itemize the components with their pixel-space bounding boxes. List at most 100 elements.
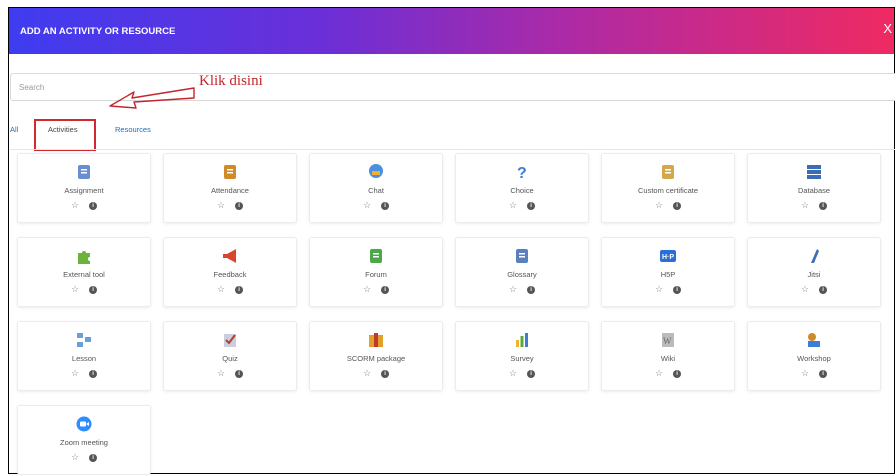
activity-label: Assignment xyxy=(64,186,104,195)
activity-card-forum[interactable]: Forum ☆ i xyxy=(309,237,443,307)
info-icon[interactable]: i xyxy=(819,201,828,210)
activity-card-external-tool[interactable]: External tool ☆ i xyxy=(17,237,151,307)
activity-card-survey[interactable]: Survey ☆ i xyxy=(455,321,589,391)
activity-actions: ☆ i xyxy=(71,201,98,210)
activity-label: Zoom meeting xyxy=(60,438,108,447)
star-icon[interactable]: ☆ xyxy=(801,285,809,294)
annotation-arrow-icon xyxy=(109,87,195,109)
info-icon[interactable]: i xyxy=(89,453,98,462)
star-icon[interactable]: ☆ xyxy=(363,201,371,210)
info-icon[interactable]: i xyxy=(235,285,244,294)
activity-label: External tool xyxy=(63,270,105,279)
star-icon[interactable]: ☆ xyxy=(71,453,79,462)
star-icon[interactable]: ☆ xyxy=(217,201,225,210)
activity-actions: ☆ i xyxy=(509,285,536,294)
star-icon[interactable]: ☆ xyxy=(71,369,79,378)
puzzle-icon xyxy=(73,246,95,266)
star-icon[interactable]: ☆ xyxy=(655,285,663,294)
info-icon[interactable]: i xyxy=(527,201,536,210)
jitsi-icon xyxy=(803,246,825,266)
activity-actions: ☆ i xyxy=(217,201,244,210)
info-icon[interactable]: i xyxy=(235,369,244,378)
star-icon[interactable]: ☆ xyxy=(801,201,809,210)
info-icon[interactable]: i xyxy=(673,285,682,294)
activity-card-choice[interactable]: ? Choice ☆ i xyxy=(455,153,589,223)
activity-card-h5p[interactable]: H·P H5P ☆ i xyxy=(601,237,735,307)
activity-card-chat[interactable]: Chat ☆ i xyxy=(309,153,443,223)
activity-actions: ☆ i xyxy=(71,285,98,294)
activity-actions: ☆ i xyxy=(363,285,390,294)
star-icon[interactable]: ☆ xyxy=(509,285,517,294)
dialog-header: ADD AN ACTIVITY OR RESOURCE X xyxy=(9,8,894,54)
star-icon[interactable]: ☆ xyxy=(363,369,371,378)
info-icon[interactable]: i xyxy=(673,369,682,378)
info-icon[interactable]: i xyxy=(673,201,682,210)
activity-actions: ☆ i xyxy=(509,369,536,378)
activity-actions: ☆ i xyxy=(363,369,390,378)
activity-label: Attendance xyxy=(211,186,249,195)
activity-actions: ☆ i xyxy=(801,285,828,294)
activity-card-attendance[interactable]: Attendance ☆ i xyxy=(163,153,297,223)
activity-label: Custom certificate xyxy=(637,186,699,195)
info-icon[interactable]: i xyxy=(89,369,98,378)
star-icon[interactable]: ☆ xyxy=(655,201,663,210)
database-icon xyxy=(803,162,825,182)
svg-text:?: ? xyxy=(517,165,527,181)
attendance-icon xyxy=(219,162,241,182)
activity-card-scorm-package[interactable]: SCORM package ☆ i xyxy=(309,321,443,391)
activity-actions: ☆ i xyxy=(509,201,536,210)
forum-icon xyxy=(365,246,387,266)
close-icon[interactable]: X xyxy=(883,22,892,35)
star-icon[interactable]: ☆ xyxy=(71,201,79,210)
tab-all[interactable]: All xyxy=(10,125,18,134)
info-icon[interactable]: i xyxy=(527,369,536,378)
activity-actions: ☆ i xyxy=(71,369,98,378)
certificate-icon xyxy=(657,162,679,182)
activity-actions: ☆ i xyxy=(801,369,828,378)
info-icon[interactable]: i xyxy=(89,201,98,210)
zoom-icon xyxy=(73,414,95,434)
info-icon[interactable]: i xyxy=(381,285,390,294)
star-icon[interactable]: ☆ xyxy=(71,285,79,294)
quiz-icon xyxy=(219,330,241,350)
activity-card-database[interactable]: Database ☆ i xyxy=(747,153,881,223)
lesson-icon xyxy=(73,330,95,350)
tab-resources[interactable]: Resources xyxy=(115,125,151,134)
activity-card-glossary[interactable]: Glossary ☆ i xyxy=(455,237,589,307)
activity-card-custom-certificate[interactable]: Custom certificate ☆ i xyxy=(601,153,735,223)
info-icon[interactable]: i xyxy=(819,285,828,294)
activity-card-wiki[interactable]: W Wiki ☆ i xyxy=(601,321,735,391)
star-icon[interactable]: ☆ xyxy=(509,369,517,378)
info-icon[interactable]: i xyxy=(89,285,98,294)
info-icon[interactable]: i xyxy=(381,369,390,378)
activity-actions: ☆ i xyxy=(71,453,98,462)
star-icon[interactable]: ☆ xyxy=(217,369,225,378)
star-icon[interactable]: ☆ xyxy=(217,285,225,294)
svg-text:H·P: H·P xyxy=(662,254,674,261)
activity-card-feedback[interactable]: Feedback ☆ i xyxy=(163,237,297,307)
info-icon[interactable]: i xyxy=(381,201,390,210)
star-icon[interactable]: ☆ xyxy=(801,369,809,378)
activity-card-zoom-meeting[interactable]: Zoom meeting ☆ i xyxy=(17,405,151,475)
star-icon[interactable]: ☆ xyxy=(655,369,663,378)
activity-actions: ☆ i xyxy=(801,201,828,210)
activity-label: Chat xyxy=(368,186,384,195)
star-icon[interactable]: ☆ xyxy=(363,285,371,294)
activity-card-assignment[interactable]: Assignment ☆ i xyxy=(17,153,151,223)
choice-icon: ? xyxy=(511,162,533,182)
activity-card-workshop[interactable]: Workshop ☆ i xyxy=(747,321,881,391)
activity-card-jitsi[interactable]: Jitsi ☆ i xyxy=(747,237,881,307)
activity-card-lesson[interactable]: Lesson ☆ i xyxy=(17,321,151,391)
activity-label: H5P xyxy=(660,270,676,279)
activity-card-quiz[interactable]: Quiz ☆ i xyxy=(163,321,297,391)
activity-actions: ☆ i xyxy=(655,369,682,378)
activity-label: Feedback xyxy=(213,270,247,279)
megaphone-icon xyxy=(219,246,241,266)
info-icon[interactable]: i xyxy=(527,285,536,294)
activity-actions: ☆ i xyxy=(655,201,682,210)
activity-label: Choice xyxy=(510,186,534,195)
activity-actions: ☆ i xyxy=(363,201,390,210)
star-icon[interactable]: ☆ xyxy=(509,201,517,210)
info-icon[interactable]: i xyxy=(235,201,244,210)
info-icon[interactable]: i xyxy=(819,369,828,378)
